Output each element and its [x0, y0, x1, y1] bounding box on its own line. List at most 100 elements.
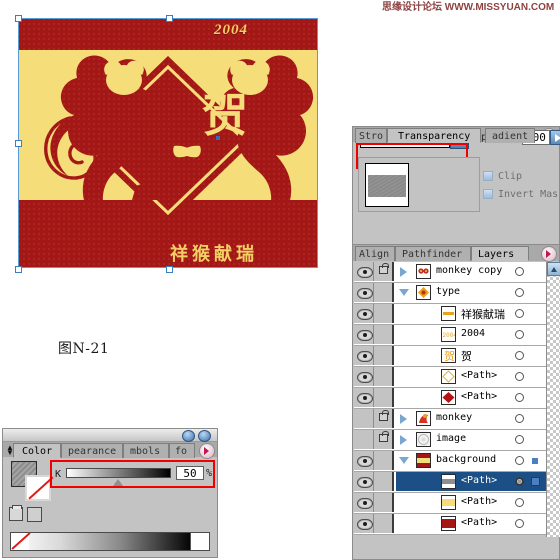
layers-tabstrip[interactable]: Align Pathfinder Layers	[353, 245, 559, 262]
layer-visibility-toggle[interactable]	[354, 388, 374, 407]
clip-row[interactable]: Clip	[483, 171, 522, 182]
layer-thumbnail[interactable]: 贺	[441, 348, 456, 363]
layer-visibility-toggle[interactable]	[354, 304, 374, 323]
layer-thumbnail[interactable]	[416, 432, 431, 447]
handle-top-center[interactable]	[166, 15, 173, 22]
layers-list[interactable]: monkey copy type祥猴献瑞 2004 2004 贺贺 <Path> <Path…	[354, 262, 546, 535]
scroll-up-icon[interactable]	[547, 262, 560, 276]
layer-visibility-toggle[interactable]	[354, 409, 374, 428]
transparency-tabstrip[interactable]: ▲▼ Stro Transparency adient	[353, 127, 559, 144]
panel-menu-icon[interactable]	[199, 443, 215, 459]
layer-visibility-toggle[interactable]	[354, 367, 374, 386]
layer-thumbnail[interactable]	[416, 264, 431, 279]
layer-row[interactable]: monkey	[354, 409, 546, 430]
tab-pathfinder[interactable]: Pathfinder	[395, 246, 471, 261]
layer-lock-toggle[interactable]	[374, 514, 394, 533]
handle-bottom-left[interactable]	[15, 266, 22, 273]
layer-row-body[interactable]: <Path>	[396, 472, 546, 491]
layer-target-icon[interactable]	[515, 456, 524, 465]
layer-target-icon[interactable]	[515, 267, 524, 276]
object-thumbnail[interactable]	[365, 163, 409, 207]
panel-menu-icon[interactable]	[541, 246, 557, 262]
layer-thumbnail[interactable]	[441, 369, 456, 384]
layer-lock-toggle[interactable]	[374, 409, 394, 428]
layer-thumbnail[interactable]	[441, 474, 456, 489]
chevron-right-icon[interactable]	[400, 267, 407, 277]
layer-row[interactable]: <Path>	[354, 388, 546, 409]
tab-layers[interactable]: Layers	[471, 246, 529, 261]
layer-row-body[interactable]: monkey	[396, 409, 546, 428]
color-spectrum-bar[interactable]	[10, 532, 210, 551]
layer-target-icon[interactable]	[515, 330, 524, 339]
layer-thumbnail[interactable]	[441, 390, 456, 405]
layer-target-icon[interactable]	[515, 288, 524, 297]
layer-row[interactable]: 贺贺	[354, 346, 546, 367]
layer-visibility-toggle[interactable]	[354, 262, 374, 281]
chevron-down-icon[interactable]	[399, 289, 409, 296]
layer-thumbnail[interactable]	[416, 411, 431, 426]
layer-lock-toggle[interactable]	[374, 283, 394, 302]
layer-lock-toggle[interactable]	[374, 493, 394, 512]
layer-row[interactable]: monkey copy	[354, 262, 546, 283]
layer-row[interactable]: <Path>	[354, 367, 546, 388]
opacity-stepper-icon[interactable]	[550, 130, 560, 145]
layer-row[interactable]: background	[354, 451, 546, 472]
layer-visibility-toggle[interactable]	[354, 451, 374, 470]
layer-target-icon[interactable]	[515, 477, 524, 486]
layer-lock-toggle[interactable]	[374, 304, 394, 323]
tab-stroke[interactable]: Stro	[355, 128, 387, 143]
layer-row-body[interactable]: <Path>	[396, 367, 546, 386]
fill-stroke-swatches[interactable]	[11, 461, 51, 501]
layer-visibility-toggle[interactable]	[354, 430, 374, 449]
spectrum-none-swatch[interactable]	[11, 533, 29, 550]
tab-transparency[interactable]: Transparency	[387, 128, 481, 143]
layer-thumbnail[interactable]	[441, 495, 456, 510]
minimize-icon[interactable]	[182, 430, 195, 442]
layer-lock-toggle[interactable]	[374, 346, 394, 365]
layer-visibility-toggle[interactable]	[354, 325, 374, 344]
layer-visibility-toggle[interactable]	[354, 472, 374, 491]
chevron-right-icon[interactable]	[400, 435, 407, 445]
layer-target-icon[interactable]	[515, 351, 524, 360]
layer-row[interactable]: <Path>	[354, 514, 546, 535]
layers-scrollbar[interactable]	[546, 262, 560, 537]
stroke-swatch-none[interactable]	[25, 475, 51, 501]
panel-collapse-icon[interactable]: ▲▼	[6, 444, 14, 457]
layer-lock-toggle[interactable]	[374, 388, 394, 407]
layer-target-icon[interactable]	[515, 435, 524, 444]
layer-row[interactable]: 2004 2004	[354, 325, 546, 346]
transparency-panel[interactable]: ▲▼ Stro Transparency adient Soft Light O…	[352, 126, 560, 246]
layer-thumbnail[interactable]	[441, 516, 456, 531]
layer-thumbnail[interactable]	[416, 453, 431, 468]
layer-row-body[interactable]: background	[396, 451, 546, 470]
layer-lock-toggle[interactable]	[374, 472, 394, 491]
layer-lock-toggle[interactable]	[374, 325, 394, 344]
layer-visibility-toggle[interactable]	[354, 514, 374, 533]
clip-checkbox[interactable]	[483, 171, 493, 181]
layer-row-body[interactable]: monkey copy	[396, 262, 546, 281]
layer-row[interactable]: 祥猴献瑞	[354, 304, 546, 325]
layer-lock-toggle[interactable]	[374, 262, 394, 281]
layer-row-body[interactable]: 2004 2004	[396, 325, 546, 344]
tab-appearance[interactable]: pearance	[61, 443, 123, 458]
tab-info[interactable]: fo	[169, 443, 195, 458]
chevron-right-icon[interactable]	[400, 414, 407, 424]
tab-color[interactable]: Color	[13, 443, 61, 458]
color-panel[interactable]: ▲ ▼ Color pearance mbols fo K 50 %	[2, 428, 218, 558]
k-slider-thumb[interactable]	[113, 479, 123, 486]
layer-thumbnail[interactable]: 2004	[441, 327, 456, 342]
handle-bottom-center[interactable]	[166, 266, 173, 273]
layer-lock-toggle[interactable]	[374, 367, 394, 386]
k-value-input[interactable]: 50	[176, 466, 204, 480]
layer-visibility-toggle[interactable]	[354, 346, 374, 365]
layer-thumbnail[interactable]	[441, 306, 456, 321]
handle-middle-left[interactable]	[15, 140, 22, 147]
layer-row-body[interactable]: <Path>	[396, 388, 546, 407]
none-swatch[interactable]	[27, 507, 42, 522]
color-mode-icon[interactable]	[9, 505, 23, 521]
color-panel-titlebar[interactable]	[3, 429, 217, 442]
layer-target-icon[interactable]	[515, 309, 524, 318]
layer-row-body[interactable]: type	[396, 283, 546, 302]
tab-symbols[interactable]: mbols	[123, 443, 169, 458]
layer-row[interactable]: type	[354, 283, 546, 304]
